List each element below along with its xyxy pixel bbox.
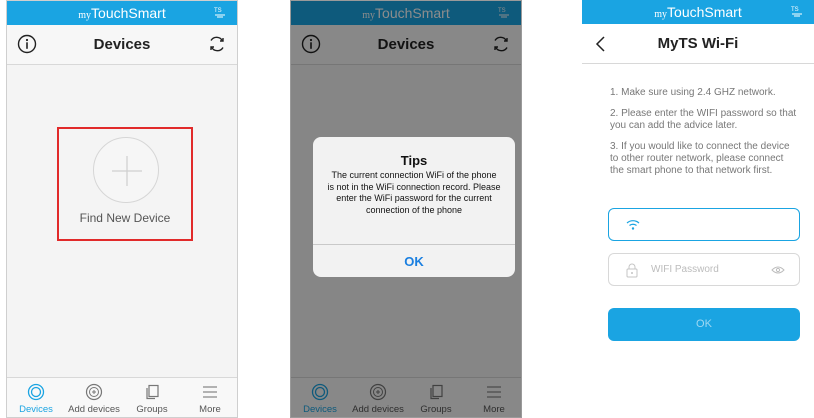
tab-label: More xyxy=(199,404,221,415)
svg-text:TS: TS xyxy=(791,7,799,13)
brand-title: myTouchSmart xyxy=(78,5,166,21)
mts-logo-icon: TS xyxy=(214,8,225,18)
stack-icon xyxy=(146,384,159,400)
nav-bar: MyTS Wi-Fi xyxy=(582,24,814,64)
phone-screen-wifi-setup: myTouchSmart TS MyTS Wi-Fi 1. Make sure … xyxy=(582,0,814,418)
nav-bar: Devices xyxy=(7,25,237,65)
eye-icon[interactable] xyxy=(771,265,785,275)
svg-text:TS: TS xyxy=(214,8,222,14)
lock-icon xyxy=(626,263,638,278)
tab-devices[interactable]: Devices xyxy=(7,378,65,417)
dialog-title: Tips xyxy=(400,153,428,168)
find-new-device-label: Find New Device xyxy=(79,211,171,225)
tips-dialog: Tips The current connection WiFi of the … xyxy=(313,137,515,277)
target-icon xyxy=(27,383,45,401)
refresh-icon[interactable] xyxy=(207,34,227,54)
mts-logo-icon: TS xyxy=(791,7,802,17)
tab-more[interactable]: More xyxy=(181,378,237,417)
menu-icon xyxy=(203,386,217,398)
dialog-ok-button[interactable]: OK xyxy=(313,244,515,277)
devices-content: Find New Device xyxy=(7,65,237,379)
status-bar: myTouchSmart TS xyxy=(582,0,814,24)
status-bar: myTouchSmart TS xyxy=(7,1,237,25)
dialog-message: The current connection WiFi of the phone… xyxy=(327,170,501,215)
wifi-password-field[interactable]: WIFI Password xyxy=(608,253,800,286)
instruction-3: 3. If you would like to connect the devi… xyxy=(610,141,790,176)
brand-title: myTouchSmart xyxy=(654,4,742,20)
tab-label: Groups xyxy=(136,404,168,415)
page-title: MyTS Wi-Fi xyxy=(657,35,739,52)
instruction-2: 2. Please enter the WIFI password so tha… xyxy=(610,108,797,131)
find-new-device-button[interactable]: Find New Device xyxy=(57,127,193,241)
tab-add-devices[interactable]: Add devices xyxy=(65,378,123,417)
page-title: Devices xyxy=(93,36,151,53)
phone-screen-tips-dialog: myTouchSmart TS Devices Devices Add devi… xyxy=(290,0,522,418)
plus-circle-icon xyxy=(85,383,103,401)
tab-label: Add devices xyxy=(68,404,120,415)
password-placeholder: WIFI Password xyxy=(651,264,719,275)
tab-bar: Devices Add devices Groups More xyxy=(7,377,237,417)
phone-screen-devices: myTouchSmart TS Devices Find New Device … xyxy=(6,0,238,418)
wifi-ssid-field[interactable] xyxy=(608,208,800,241)
tab-label: Devices xyxy=(19,404,53,415)
wifi-icon xyxy=(626,220,640,230)
tab-groups[interactable]: Groups xyxy=(123,378,181,417)
ok-button[interactable]: OK xyxy=(608,308,800,341)
add-circle-icon xyxy=(93,137,159,203)
instruction-1: 1. Make sure using 2.4 GHZ network. xyxy=(610,87,776,98)
